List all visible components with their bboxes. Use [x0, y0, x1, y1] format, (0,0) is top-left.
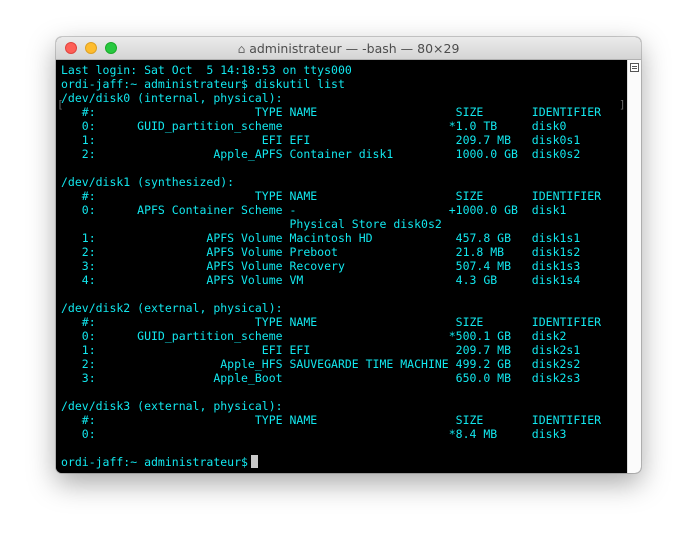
terminal-line: ordi-jaff:~ administrateur$ diskutil lis… — [61, 77, 345, 91]
title-bar[interactable]: ⌂ administrateur — -bash — 80×29 — [56, 37, 641, 60]
terminal-line: 0: GUID_partition_scheme *500.1 GB disk2 — [61, 329, 567, 343]
terminal-content[interactable]: [ ] Last login: Sat Oct 5 14:18:53 on tt… — [56, 60, 627, 473]
terminal-line: /dev/disk2 (external, physical): — [61, 301, 283, 315]
terminal-line: /dev/disk1 (synthesized): — [61, 175, 235, 189]
terminal-line: #: TYPE NAME SIZE IDENTIFIER — [61, 315, 602, 329]
terminal-line: /dev/disk0 (internal, physical): — [61, 91, 283, 105]
terminal-line: 4: APFS Volume VM 4.3 GB disk1s4 — [61, 273, 581, 287]
terminal-line: 0: APFS Container Scheme - +1000.0 GB di… — [61, 203, 567, 217]
terminal-output: Last login: Sat Oct 5 14:18:53 on ttys00… — [61, 63, 601, 469]
terminal-line: 3: APFS Volume Recovery 507.4 MB disk1s3 — [61, 259, 581, 273]
prompt-line[interactable]: ordi-jaff:~ administrateur$ — [61, 455, 601, 469]
terminal-line: 1: EFI EFI 209.7 MB disk2s1 — [61, 343, 581, 357]
home-folder-icon: ⌂ — [237, 42, 246, 56]
terminal-line: 0: *8.4 MB disk3 — [61, 427, 567, 441]
terminal-window: ⌂ administrateur — -bash — 80×29 [ ] Last… — [56, 37, 641, 473]
shell-prompt: ordi-jaff:~ administrateur$ — [61, 455, 248, 469]
terminal-line: 3: Apple_Boot 650.0 MB disk2s3 — [61, 371, 581, 385]
terminal-line: 1: EFI EFI 209.7 MB disk0s1 — [61, 133, 581, 147]
vertical-scrollbar[interactable] — [627, 60, 641, 473]
terminal-line: 2: APFS Volume Preboot 21.8 MB disk1s2 — [61, 245, 581, 259]
terminal-line: 2: Apple_HFS SAUVEGARDE TIME MACHINE 499… — [61, 357, 581, 371]
terminal-line: #: TYPE NAME SIZE IDENTIFIER — [61, 105, 602, 119]
terminal-line: 1: APFS Volume Macintosh HD 457.8 GB dis… — [61, 231, 581, 245]
terminal-line: 0: GUID_partition_scheme *1.0 TB disk0 — [61, 119, 567, 133]
terminal-line: 2: Apple_APFS Container disk1 1000.0 GB … — [61, 147, 581, 161]
marks-menu-icon[interactable] — [630, 63, 639, 72]
window-title: ⌂ administrateur — -bash — 80×29 — [56, 41, 641, 56]
text-cursor — [250, 455, 258, 468]
terminal-line: Last login: Sat Oct 5 14:18:53 on ttys00… — [61, 63, 352, 77]
window-title-text: administrateur — -bash — 80×29 — [249, 41, 460, 56]
mark-bracket-right: ] — [619, 98, 626, 111]
terminal-line: /dev/disk3 (external, physical): — [61, 399, 283, 413]
terminal-line: #: TYPE NAME SIZE IDENTIFIER — [61, 189, 602, 203]
terminal-line: Physical Store disk0s2 — [61, 217, 442, 231]
terminal-line: #: TYPE NAME SIZE IDENTIFIER — [61, 413, 602, 427]
